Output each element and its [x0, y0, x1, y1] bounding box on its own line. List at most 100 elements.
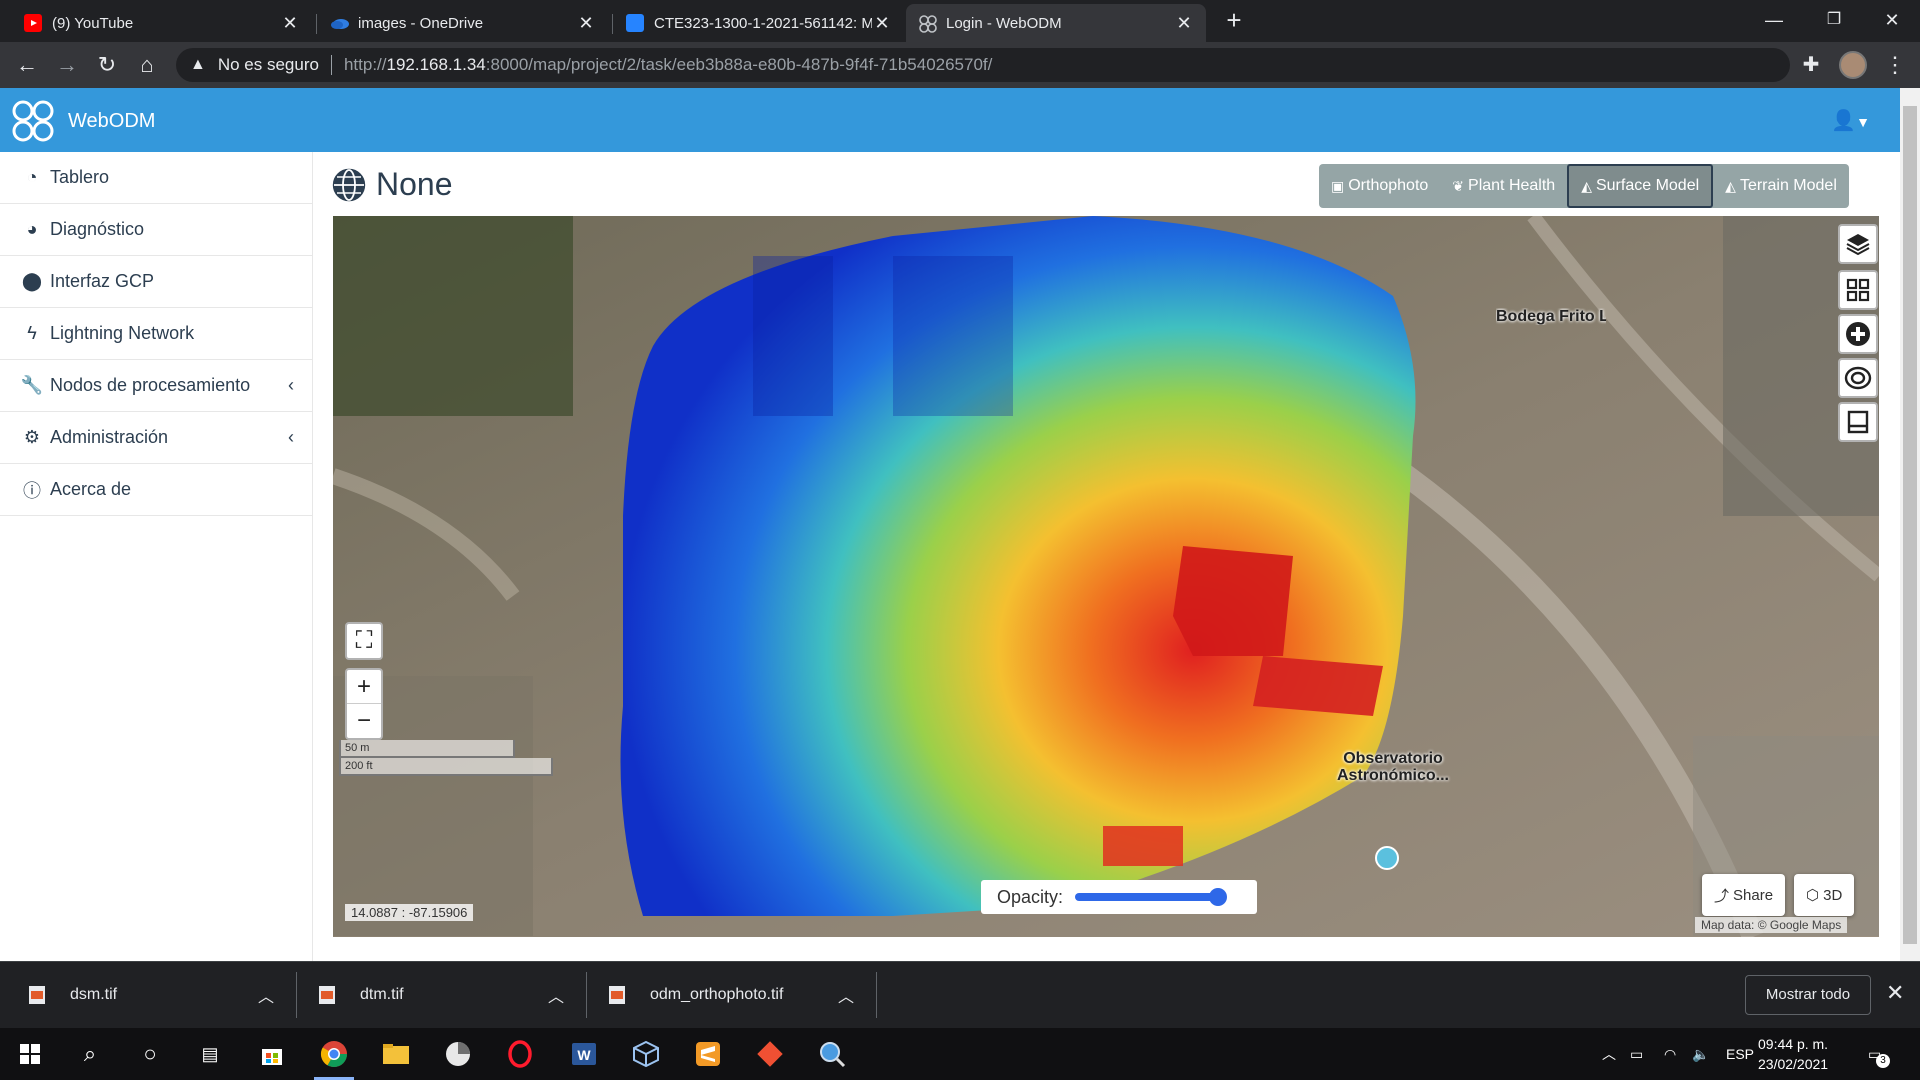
- avatar[interactable]: [1839, 51, 1867, 79]
- chevron-up-icon[interactable]: ︿: [258, 983, 274, 1007]
- language-indicator[interactable]: ESP: [1726, 1028, 1754, 1080]
- show-hidden-icons[interactable]: ︿: [1602, 1028, 1616, 1080]
- clock[interactable]: 09:44 p. m. 23/02/2021: [1758, 1034, 1828, 1074]
- measure-button[interactable]: [1838, 402, 1878, 442]
- chrome-icon[interactable]: [316, 1036, 352, 1072]
- terrain-model-button[interactable]: ◭ Terrain Model: [1713, 164, 1849, 208]
- reload-icon[interactable]: ↻: [92, 50, 122, 80]
- scale-bar-imperial: 200 ft: [339, 758, 553, 776]
- restore-icon[interactable]: ❐: [1806, 0, 1862, 40]
- view-button-group: ▣ Orthophoto ❦ Plant Health ◭ Surface Model…: [1319, 164, 1849, 208]
- minimize-icon[interactable]: —: [1746, 0, 1802, 40]
- scale-bar-metric: 50 m: [339, 740, 515, 758]
- notifications-icon[interactable]: ▭ 3: [1868, 1028, 1890, 1080]
- chevron-up-icon[interactable]: ︿: [838, 983, 854, 1007]
- webodm-app: WebODM 👤▼ ◔ Tablero ◕ Diagnóstico ⬤ Inte…: [0, 88, 1900, 961]
- tab-youtube[interactable]: (9) YouTube ✕: [12, 4, 312, 42]
- tab-onedrive[interactable]: images - OneDrive ✕: [318, 4, 608, 42]
- opacity-label: Opacity:: [997, 886, 1064, 907]
- download-item[interactable]: odm_orthophoto.tif ︿: [608, 962, 854, 1028]
- globe-icon: [332, 168, 366, 201]
- battery-icon[interactable]: ▭: [1630, 1028, 1643, 1080]
- browser-tab-strip: (9) YouTube ✕ images - OneDrive ✕ CTE323…: [0, 0, 1920, 42]
- coordinates-readout: 14.0887 : -87.15906: [345, 904, 474, 921]
- wifi-icon[interactable]: ◠: [1664, 1028, 1676, 1080]
- download-item[interactable]: dtm.tif ︿: [318, 962, 564, 1028]
- store-icon[interactable]: [254, 1036, 290, 1072]
- browser-menu-icon[interactable]: ⋮: [1880, 50, 1910, 80]
- security-label[interactable]: No es seguro: [218, 55, 319, 75]
- opacity-slider[interactable]: [1075, 888, 1227, 906]
- close-tab-icon[interactable]: ✕: [280, 13, 300, 34]
- zoom-control: + −: [345, 668, 383, 740]
- close-tab-icon[interactable]: ✕: [1174, 13, 1194, 34]
- 3d-button[interactable]: ⬡ 3D: [1794, 874, 1855, 916]
- windows-taskbar: ⌕ ○ ▤ W ︿ ▭ ◠ 🔈 ESP 09:44 p. m. 23/02/20…: [0, 1028, 1920, 1080]
- show-all-downloads-button[interactable]: Mostrar todo: [1745, 975, 1871, 1015]
- brand[interactable]: WebODM: [10, 98, 155, 144]
- windows-start-icon[interactable]: [12, 1036, 48, 1072]
- contours-button[interactable]: [1838, 358, 1878, 398]
- orthophoto-button[interactable]: ▣ Orthophoto: [1319, 164, 1440, 208]
- volume-icon[interactable]: 🔈: [1692, 1028, 1709, 1080]
- tab-title: images - OneDrive: [358, 14, 484, 32]
- warning-icon[interactable]: ▲: [190, 56, 206, 74]
- git-icon[interactable]: [752, 1036, 788, 1072]
- user-menu[interactable]: 👤▼: [1831, 108, 1870, 133]
- area-chart-icon: ◭: [1725, 177, 1736, 194]
- sidebar-item-acerca-de[interactable]: ⓘ Acerca de: [0, 464, 312, 516]
- opacity-slider-thumb[interactable]: [1208, 888, 1227, 906]
- surface-model-button[interactable]: ◭ Surface Model: [1567, 164, 1714, 208]
- webodm-icon: [918, 14, 937, 33]
- webodm-logo-icon: [12, 100, 54, 142]
- close-tab-icon[interactable]: ✕: [872, 13, 892, 34]
- add-button[interactable]: [1838, 314, 1878, 354]
- caret-down-icon: ▼: [1856, 114, 1870, 130]
- sublime-icon[interactable]: [690, 1036, 726, 1072]
- map-view[interactable]: ⛶ + − Bodega Frito La Observatorio Astro…: [333, 216, 1879, 937]
- fullscreen-button[interactable]: ⛶: [345, 622, 383, 660]
- pie-app-icon[interactable]: [440, 1036, 476, 1072]
- zoom-in-button[interactable]: +: [347, 670, 381, 704]
- search-app-icon[interactable]: [814, 1036, 850, 1072]
- word-icon[interactable]: W: [566, 1036, 602, 1072]
- download-item[interactable]: dsm.tif ︿: [28, 962, 274, 1028]
- sidebar-item-label: Lightning Network: [50, 323, 195, 343]
- sidebar-item-interfaz-gcp[interactable]: ⬤ Interfaz GCP: [0, 256, 312, 308]
- forward-icon[interactable]: →: [52, 50, 82, 80]
- plant-health-button[interactable]: ❦ Plant Health: [1440, 164, 1567, 208]
- sidebar-item-tablero[interactable]: ◔ Tablero: [0, 152, 312, 204]
- chevron-up-icon[interactable]: ︿: [548, 983, 564, 1007]
- new-tab-button[interactable]: +: [1220, 6, 1248, 34]
- share-button[interactable]: ⤴ Share: [1702, 874, 1786, 916]
- ruler-icon: [1847, 410, 1869, 434]
- window-close-icon[interactable]: ✕: [1864, 0, 1920, 40]
- close-tab-icon[interactable]: ✕: [576, 13, 596, 34]
- grid-button[interactable]: [1838, 270, 1878, 310]
- search-icon[interactable]: ⌕: [72, 1036, 108, 1072]
- sidebar: ◔ Tablero ◕ Diagnóstico ⬤ Interfaz GCP ϟ…: [0, 152, 313, 961]
- home-icon[interactable]: ⌂: [132, 50, 162, 80]
- virtualbox-icon[interactable]: [628, 1036, 664, 1072]
- cortana-icon[interactable]: ○: [132, 1036, 168, 1072]
- task-view-icon[interactable]: ▤: [192, 1036, 228, 1072]
- sidebar-item-administracion[interactable]: ⚙ Administración ‹: [0, 412, 312, 464]
- tab-title: CTE323-1300-1-2021-561142: M: [654, 14, 872, 32]
- layers-button[interactable]: [1838, 224, 1878, 264]
- svg-text:W: W: [577, 1047, 591, 1063]
- file-explorer-icon[interactable]: [378, 1036, 414, 1072]
- extensions-icon[interactable]: ✚: [1796, 50, 1826, 80]
- tab-jira[interactable]: CTE323-1300-1-2021-561142: M ✕: [614, 4, 904, 42]
- zoom-out-button[interactable]: −: [347, 704, 381, 738]
- sidebar-item-diagnostico[interactable]: ◕ Diagnóstico: [0, 204, 312, 256]
- place-label: Bodega Frito La: [1496, 308, 1606, 325]
- address-bar[interactable]: ▲ No es seguro http://192.168.1.34:8000/…: [176, 48, 1790, 82]
- close-shelf-icon[interactable]: ✕: [1886, 980, 1904, 1006]
- file-image-icon: [319, 986, 335, 1004]
- opera-icon[interactable]: [502, 1036, 538, 1072]
- sidebar-item-nodos[interactable]: 🔧 Nodos de procesamiento ‹: [0, 360, 312, 412]
- sidebar-item-lightning-network[interactable]: ϟ Lightning Network: [0, 308, 312, 360]
- tab-webodm[interactable]: Login - WebODM ✕: [906, 4, 1206, 42]
- back-icon[interactable]: ←: [12, 50, 42, 80]
- page-scrollbar[interactable]: [1900, 88, 1920, 961]
